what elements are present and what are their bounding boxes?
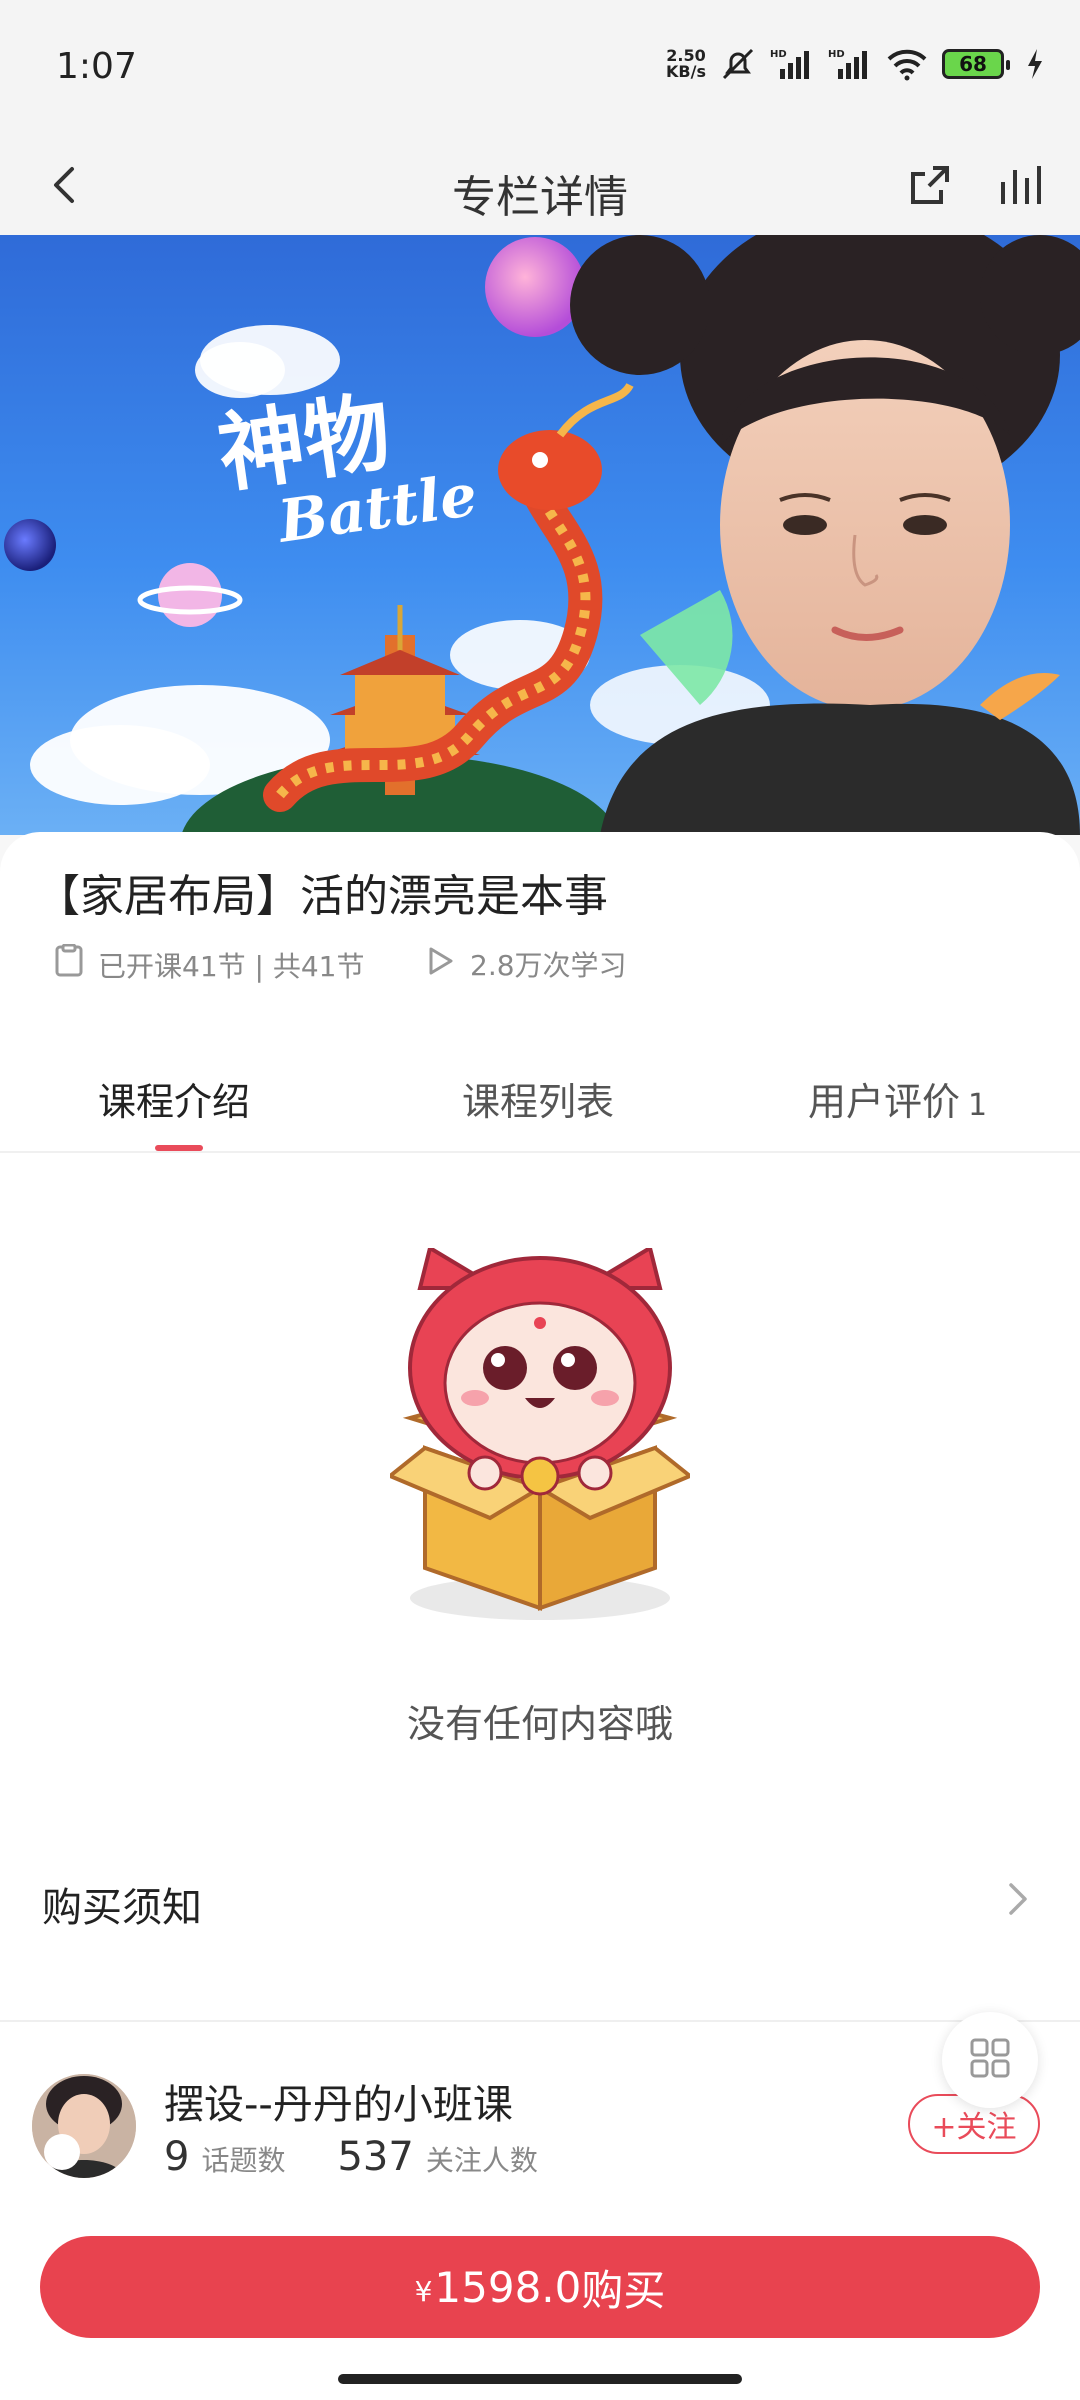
tab-content: 没有任何内容哦 购买须知 (0, 1153, 1080, 2020)
wifi-icon (886, 47, 928, 81)
status-icons: 2.50 KB/s HD HD 68 (666, 46, 1044, 82)
stats-icon[interactable] (990, 155, 1050, 215)
empty-state-mascot-icon (386, 1244, 694, 1648)
play-icon (424, 945, 456, 984)
review-count: 1 (968, 1088, 988, 1123)
battery-icon: 68 (942, 49, 1010, 79)
signal-hd-icon: HD (828, 47, 872, 81)
nav-bar: 专栏详情 (0, 135, 1080, 235)
share-icon[interactable] (900, 155, 960, 215)
author-section: 摆设--丹丹的小班课 9 话题数 537 关注人数 +关注 (0, 2020, 1080, 2220)
status-time: 1:07 (56, 46, 137, 87)
status-bar: 1:07 2.50 KB/s HD HD 68 (0, 0, 1080, 135)
tab-user-reviews[interactable]: 用户评价 1 (808, 1071, 987, 1126)
grid-menu-button[interactable] (942, 2012, 1038, 2108)
signal-hd-icon: HD (770, 47, 814, 81)
banner-illustration: 神物 Battle (4, 235, 1080, 835)
tab-course-intro[interactable]: 课程介绍 (98, 1071, 250, 1126)
grid-icon (969, 2037, 1011, 2083)
course-banner: 神物 Battle (0, 235, 1080, 835)
topics-label: 话题数 (201, 2144, 286, 2177)
empty-state-text: 没有任何内容哦 (406, 1702, 673, 1746)
followers-label: 关注人数 (425, 2144, 538, 2177)
tab-course-list[interactable]: 课程列表 (462, 1071, 614, 1126)
author-stats: 9 话题数 537 关注人数 (164, 2134, 590, 2180)
network-speed: 2.50 KB/s (666, 46, 706, 81)
purchase-notice-label: 购买须知 (42, 1885, 202, 1931)
mute-bell-icon (720, 46, 756, 82)
tab-bar: 课程介绍 课程列表 用户评价 1 (0, 1037, 1080, 1153)
svg-text:HD: HD (828, 49, 845, 60)
tab-user-reviews-label: 用户评价 (808, 1080, 961, 1124)
topics-count: 9 (164, 2134, 190, 2180)
course-info-card: 【家居布局】活的漂亮是本事 已开课41节 | 共41节 2.8万次学习 (0, 832, 1080, 1037)
document-icon (54, 943, 84, 985)
avatar[interactable] (32, 2074, 136, 2178)
currency-symbol: ¥ (414, 2274, 433, 2308)
tab-indicator (155, 1145, 203, 1151)
home-indicator[interactable] (338, 2374, 742, 2384)
view-count-text: 2.8万次学习 (470, 949, 627, 982)
buy-bar: ¥ 1598.0 购买 (0, 2220, 1080, 2400)
view-count: 2.8万次学习 (424, 944, 627, 984)
lesson-count-text: 已开课41节 | 共41节 (98, 949, 365, 983)
chevron-right-icon (1006, 1881, 1030, 1921)
course-title: 【家居布局】活的漂亮是本事 (36, 871, 608, 922)
buy-button[interactable]: ¥ 1598.0 购买 (40, 2236, 1040, 2338)
lesson-count: 已开课41节 | 共41节 (54, 943, 365, 985)
author-name[interactable]: 摆设--丹丹的小班课 (164, 2072, 513, 2130)
charging-icon (1026, 49, 1044, 79)
followers-count: 537 (337, 2134, 414, 2180)
price: 1598.0 (434, 2262, 582, 2312)
buy-label: 购买 (581, 2265, 666, 2315)
svg-text:HD: HD (770, 49, 787, 60)
purchase-notice-row[interactable]: 购买须知 (0, 1843, 1080, 1963)
